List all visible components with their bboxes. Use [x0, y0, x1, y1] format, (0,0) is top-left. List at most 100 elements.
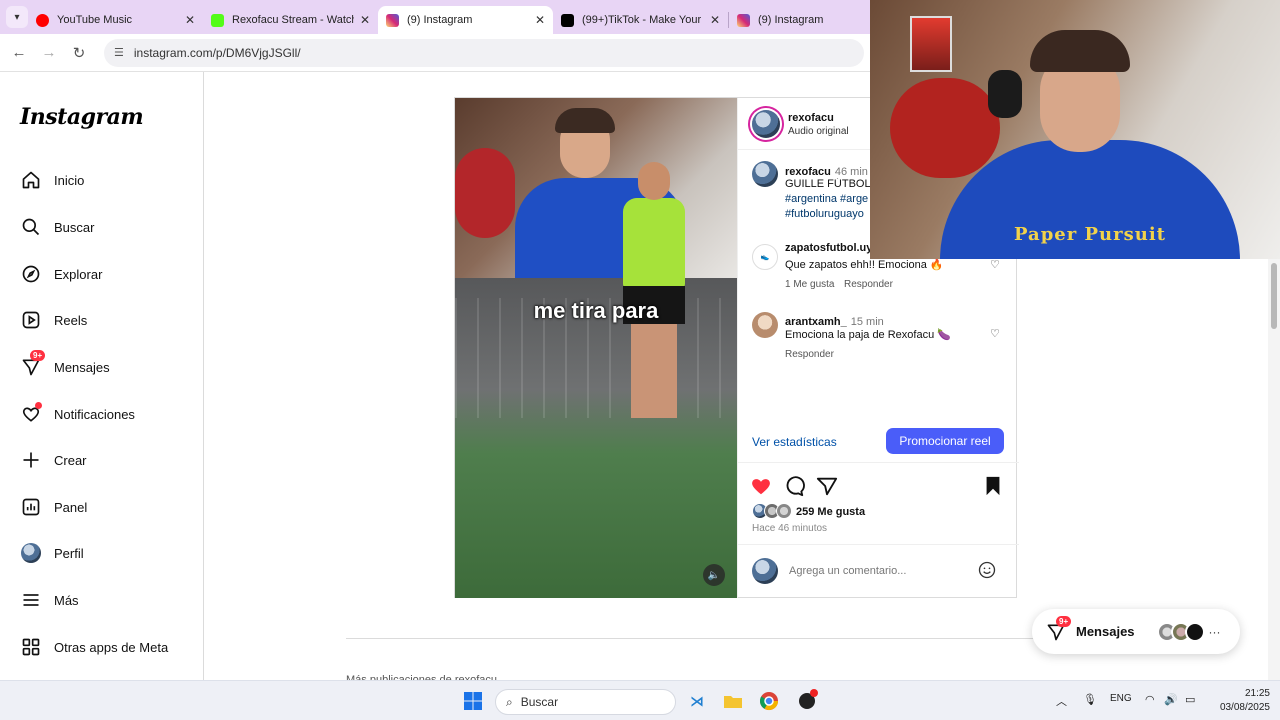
- close-tab-icon[interactable]: ✕: [360, 13, 370, 27]
- comment-reply[interactable]: Responder: [785, 349, 834, 360]
- app-icon[interactable]: [796, 689, 818, 712]
- comment-avatar[interactable]: 👟: [752, 244, 778, 270]
- taskbar-search[interactable]: ⌕ Buscar: [495, 689, 676, 715]
- nav-mensajes[interactable]: 9+ Mensajes: [20, 350, 110, 381]
- menu-icon: [20, 589, 42, 611]
- tab-title: (9) Instagram: [407, 14, 473, 26]
- comment-username[interactable]: zapatosfutbol.uy: [785, 242, 872, 254]
- reel-video[interactable]: me tira para 🔈: [455, 98, 737, 598]
- nav-panel[interactable]: Panel: [20, 493, 87, 521]
- section-divider: [346, 638, 1038, 639]
- author-username[interactable]: rexofacu: [788, 112, 834, 124]
- scrollbar-thumb[interactable]: [1271, 263, 1277, 329]
- promote-reel-button[interactable]: Promocionar reel: [886, 428, 1004, 454]
- page-scrollbar[interactable]: [1268, 259, 1280, 680]
- instagram-logo[interactable]: Instagram: [20, 104, 144, 130]
- caption-time: 46 min: [834, 166, 868, 178]
- show-hidden-icons-icon[interactable]: ︿: [1056, 693, 1067, 709]
- volume-icon[interactable]: 🔈: [703, 564, 725, 586]
- tab-instagram-active[interactable]: (9) Instagram ✕: [378, 6, 553, 34]
- comment-likes[interactable]: 1 Me gusta: [785, 279, 834, 290]
- author-avatar[interactable]: [752, 110, 780, 138]
- close-tab-icon[interactable]: ✕: [185, 13, 195, 27]
- tab-title: (9) Instagram: [758, 14, 824, 26]
- comment-input[interactable]: Agrega un comentario...: [789, 565, 959, 577]
- messages-pill[interactable]: 9+ Mensajes ···: [1032, 609, 1240, 654]
- like-comment-icon[interactable]: ♡: [990, 327, 1000, 340]
- nav-label: Reels: [54, 312, 88, 328]
- chair-shape: [890, 78, 1000, 178]
- view-stats-link[interactable]: Ver estadísticas: [752, 435, 837, 449]
- comment-text: Emociona la paja de Rexofacu 🍆: [785, 329, 951, 341]
- comment-icon[interactable]: [783, 475, 805, 502]
- windows-start-icon[interactable]: [462, 690, 484, 712]
- caption-avatar[interactable]: [752, 161, 778, 187]
- audio-label[interactable]: Audio original: [788, 126, 849, 137]
- microphone-icon[interactable]: 🎙: [1083, 693, 1097, 706]
- site-info-icon[interactable]: ☰: [114, 46, 124, 59]
- language-indicator[interactable]: ENG: [1110, 693, 1132, 704]
- tab-youtube-music[interactable]: YouTube Music ✕: [28, 6, 203, 34]
- nav-label: Inicio: [54, 172, 85, 188]
- plus-icon: [20, 449, 42, 471]
- like-comment-icon[interactable]: ♡: [990, 258, 1000, 271]
- browser-tab-bar: ▾ YouTube Music ✕ Rexofacu Stream - Watc…: [0, 0, 870, 34]
- comment-username[interactable]: arantxamh_: [785, 316, 847, 328]
- liked-heart-icon[interactable]: [750, 475, 772, 502]
- likers-avatars[interactable]: [752, 503, 792, 519]
- saved-bookmark-icon[interactable]: [983, 475, 1003, 502]
- battery-icon[interactable]: ▭: [1185, 693, 1195, 706]
- nav-label: Buscar: [54, 219, 95, 235]
- headset-shape: [988, 70, 1022, 118]
- taskbar-clock[interactable]: 21:25 03/08/2025: [1206, 687, 1270, 715]
- nav-perfil[interactable]: Perfil: [20, 539, 84, 567]
- message-avatar: [1184, 621, 1205, 642]
- nav-reels[interactable]: Reels: [20, 306, 87, 334]
- like-count[interactable]: 259 Me gusta: [796, 506, 865, 518]
- url-input[interactable]: ☰ instagram.com/p/DM6VjgJSGll/: [104, 38, 864, 67]
- instagram-sidebar: Instagram Inicio Buscar Explorar Reels 9…: [0, 72, 204, 680]
- reload-icon[interactable]: ↻: [64, 44, 94, 62]
- back-arrow-icon[interactable]: ←: [4, 44, 34, 61]
- hair-shape: [1030, 30, 1130, 72]
- tab-list-button[interactable]: ▾: [6, 6, 28, 28]
- tab-instagram-2[interactable]: (9) Instagram: [729, 6, 849, 34]
- share-icon[interactable]: [816, 475, 838, 502]
- reels-icon: [20, 309, 42, 331]
- clock-date: 03/08/2025: [1219, 702, 1270, 713]
- close-tab-icon[interactable]: ✕: [535, 13, 545, 27]
- comment-input-row: Agrega un comentario...: [738, 544, 1019, 598]
- volume-icon[interactable]: 🔊: [1164, 693, 1178, 706]
- chrome-icon[interactable]: [758, 690, 780, 712]
- caption-username[interactable]: rexofacu: [785, 166, 831, 178]
- nav-buscar[interactable]: Buscar: [20, 213, 94, 241]
- video-top-frame: [455, 98, 737, 278]
- vscode-icon[interactable]: ⋊: [686, 690, 708, 712]
- nav-otras-apps[interactable]: Otras apps de Meta: [20, 633, 168, 661]
- tab-title: (99+)TikTok - Make Your D: [582, 14, 704, 26]
- file-explorer-icon[interactable]: [722, 690, 744, 712]
- nav-mas[interactable]: Más: [20, 586, 79, 614]
- comment-reply[interactable]: Responder: [844, 279, 893, 290]
- nav-inicio[interactable]: Inicio: [20, 166, 84, 194]
- nav-label: Otras apps de Meta: [54, 639, 169, 655]
- nav-label: Panel: [54, 499, 88, 515]
- nav-label: Más: [54, 592, 79, 608]
- nav-explorar[interactable]: Explorar: [20, 260, 102, 288]
- more-dots-icon[interactable]: ···: [1209, 625, 1221, 639]
- tab-tiktok[interactable]: (99+)TikTok - Make Your D ✕: [553, 6, 728, 34]
- nav-notificaciones[interactable]: Notificaciones: [20, 400, 135, 428]
- instagram-icon: [386, 13, 399, 27]
- close-tab-icon[interactable]: ✕: [710, 13, 720, 27]
- emoji-icon[interactable]: [977, 560, 997, 585]
- wifi-icon[interactable]: ◠: [1145, 693, 1155, 706]
- post-time: Hace 46 minutos: [752, 523, 828, 534]
- forward-arrow-icon[interactable]: →: [34, 44, 64, 61]
- comment-avatar[interactable]: [752, 312, 778, 338]
- home-icon: [20, 169, 42, 191]
- message-avatars: [1156, 621, 1205, 642]
- nav-crear[interactable]: Crear: [20, 446, 87, 474]
- messages-badge: 9+: [1056, 615, 1072, 627]
- tab-kick-stream[interactable]: Rexofacu Stream - Watch L ✕: [203, 6, 378, 34]
- video-caption: me tira para: [533, 298, 659, 323]
